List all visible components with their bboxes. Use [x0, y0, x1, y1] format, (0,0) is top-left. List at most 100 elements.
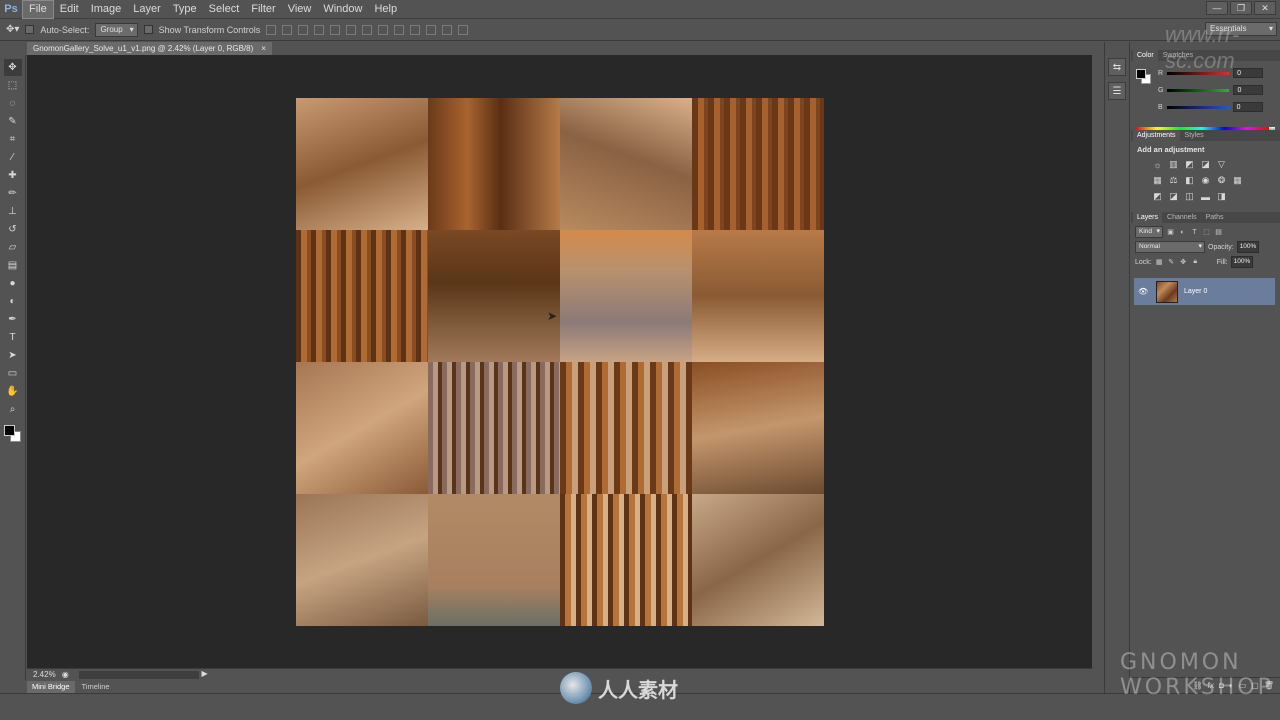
move-tool-icon[interactable]: ✥: [3, 59, 22, 76]
document-tab[interactable]: GnomonGallery_Solve_u1_v1.png @ 2.42% (L…: [27, 42, 272, 55]
horizontal-scrollbar[interactable]: ▶: [78, 669, 208, 679]
brush-tool-icon[interactable]: ✏: [4, 185, 22, 202]
filter-shape-icon[interactable]: ⬚: [1202, 228, 1211, 237]
healing-brush-tool-icon[interactable]: ✚: [4, 167, 22, 184]
vibrance-icon[interactable]: ▽: [1215, 159, 1228, 170]
canvas-area[interactable]: ➤: [27, 55, 1092, 668]
brightness-contrast-icon[interactable]: ☼: [1151, 159, 1164, 170]
opacity-field[interactable]: 100%: [1236, 241, 1259, 253]
lock-pixels-icon[interactable]: ✎: [1167, 258, 1176, 267]
blur-tool-icon[interactable]: ●: [4, 275, 22, 292]
filter-adjustment-icon[interactable]: ◐: [1178, 228, 1187, 237]
auto-select-dropdown[interactable]: Group: [95, 22, 138, 37]
tab-paths[interactable]: Paths: [1202, 212, 1228, 223]
path-selection-tool-icon[interactable]: ➤: [4, 347, 22, 364]
photo-filter-icon[interactable]: ◉: [1199, 175, 1212, 186]
distribute-center-icon[interactable]: [426, 24, 437, 35]
clone-stamp-tool-icon[interactable]: ⊥: [4, 203, 22, 220]
document-close-icon[interactable]: ×: [261, 42, 266, 55]
eraser-tool-icon[interactable]: ▱: [4, 239, 22, 256]
tab-timeline[interactable]: Timeline: [77, 681, 115, 693]
menu-filter[interactable]: Filter: [245, 1, 281, 18]
menu-file[interactable]: File: [22, 0, 54, 19]
lock-all-icon[interactable]: 🔒︎: [1191, 258, 1200, 267]
distribute-right-icon[interactable]: [442, 24, 453, 35]
history-panel-icon[interactable]: ⇆: [1108, 58, 1126, 76]
menu-window[interactable]: Window: [317, 1, 368, 18]
restore-button[interactable]: ❐: [1230, 1, 1252, 15]
color-panel-foreground-swatch[interactable]: [1136, 69, 1146, 79]
eyedropper-tool-icon[interactable]: ⁄: [4, 149, 22, 166]
green-slider[interactable]: [1167, 88, 1230, 92]
layer-name[interactable]: Layer 0: [1184, 288, 1207, 295]
invert-icon[interactable]: ◩: [1151, 191, 1164, 202]
lock-transparency-icon[interactable]: ▦: [1155, 258, 1164, 267]
tab-channels[interactable]: Channels: [1163, 212, 1201, 223]
quick-select-tool-icon[interactable]: ✎: [4, 113, 22, 130]
zoom-level[interactable]: 2.42%: [33, 670, 56, 679]
tab-layers[interactable]: Layers: [1133, 212, 1163, 223]
hue-saturation-icon[interactable]: ▦: [1151, 175, 1164, 186]
properties-panel-icon[interactable]: ☰: [1108, 82, 1126, 100]
status-menu-arrow-icon[interactable]: ▶: [202, 669, 208, 678]
menu-help[interactable]: Help: [368, 1, 403, 18]
dodge-tool-icon[interactable]: ◐: [4, 293, 22, 310]
black-white-icon[interactable]: ◧: [1183, 175, 1196, 186]
tab-adjustments[interactable]: Adjustments: [1133, 130, 1180, 141]
curves-icon[interactable]: ◩: [1183, 159, 1196, 170]
threshold-icon[interactable]: ◫: [1183, 191, 1196, 202]
color-lookup-icon[interactable]: ▦: [1231, 175, 1244, 186]
selective-color-icon[interactable]: ◨: [1215, 191, 1228, 202]
tab-styles[interactable]: Styles: [1181, 130, 1208, 141]
hand-tool-icon[interactable]: ✋: [4, 383, 22, 400]
minimize-button[interactable]: —: [1206, 1, 1228, 15]
history-brush-tool-icon[interactable]: ↺: [4, 221, 22, 238]
distribute-left-icon[interactable]: [410, 24, 421, 35]
tab-mini-bridge[interactable]: Mini Bridge: [27, 681, 75, 693]
align-bottom-icon[interactable]: [298, 24, 309, 35]
green-value-field[interactable]: 0: [1233, 85, 1264, 95]
distribute-bottom-icon[interactable]: [394, 24, 405, 35]
align-middle-icon[interactable]: [282, 24, 293, 35]
filter-type-icon[interactable]: T: [1190, 228, 1199, 237]
menu-select[interactable]: Select: [203, 1, 246, 18]
close-button[interactable]: ✕: [1254, 1, 1276, 15]
distribute-middle-icon[interactable]: [378, 24, 389, 35]
color-balance-icon[interactable]: ⚖: [1167, 175, 1180, 186]
menu-type[interactable]: Type: [167, 1, 203, 18]
shape-tool-icon[interactable]: ▭: [4, 365, 22, 382]
distribute-top-icon[interactable]: [362, 24, 373, 35]
layer-kind-filter[interactable]: Kind: [1135, 226, 1164, 238]
foreground-color-swatch[interactable]: [4, 425, 15, 436]
blue-value-field[interactable]: 0: [1232, 102, 1263, 112]
channel-mixer-icon[interactable]: ❂: [1215, 175, 1228, 186]
levels-icon[interactable]: ▥: [1167, 159, 1180, 170]
filter-smart-object-icon[interactable]: ▤: [1214, 228, 1223, 237]
blend-mode-dropdown[interactable]: Normal: [1135, 241, 1205, 253]
lock-position-icon[interactable]: ✥: [1179, 258, 1188, 267]
document-image[interactable]: [296, 98, 824, 626]
crop-tool-icon[interactable]: ⌗: [4, 131, 22, 148]
gradient-map-icon[interactable]: ▬: [1199, 191, 1212, 202]
move-tool-preset-icon[interactable]: ✥▾: [6, 24, 19, 35]
menu-edit[interactable]: Edit: [54, 1, 85, 18]
exposure-icon[interactable]: ◪: [1199, 159, 1212, 170]
menu-view[interactable]: View: [282, 1, 318, 18]
menu-layer[interactable]: Layer: [127, 1, 167, 18]
align-left-icon[interactable]: [314, 24, 325, 35]
posterize-icon[interactable]: ◪: [1167, 191, 1180, 202]
menu-image[interactable]: Image: [85, 1, 128, 18]
gradient-tool-icon[interactable]: ▤: [4, 257, 22, 274]
visibility-eye-icon[interactable]: 👁︎: [1138, 287, 1150, 296]
layer-row[interactable]: 👁︎ Layer 0: [1134, 278, 1275, 305]
filter-pixel-icon[interactable]: ▣: [1166, 228, 1175, 237]
tab-color[interactable]: Color: [1133, 50, 1158, 61]
lasso-tool-icon[interactable]: ◌: [4, 95, 22, 112]
align-top-icon[interactable]: [266, 24, 277, 35]
doc-info-icon[interactable]: ◉: [62, 670, 69, 679]
auto-select-checkbox[interactable]: [25, 25, 35, 34]
type-tool-icon[interactable]: T: [4, 329, 22, 346]
auto-align-icon[interactable]: [458, 24, 469, 35]
fill-field[interactable]: 100%: [1230, 256, 1253, 268]
marquee-tool-icon[interactable]: ⬚: [4, 77, 22, 94]
